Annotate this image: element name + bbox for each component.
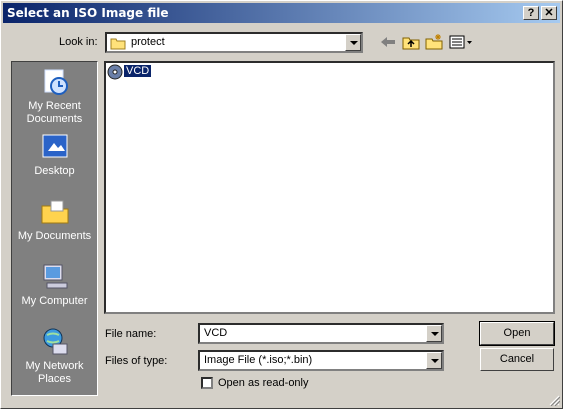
- folder-icon: [110, 38, 126, 50]
- disc-icon: [107, 64, 123, 80]
- file-name-dropdown-arrow[interactable]: [426, 325, 442, 342]
- up-folder-icon[interactable]: [401, 33, 421, 51]
- files-of-type-label: Files of type:: [105, 355, 168, 367]
- back-arrow-icon[interactable]: [378, 33, 398, 51]
- my-computer-icon: [43, 264, 67, 289]
- place-my-documents[interactable]: My Documents: [12, 196, 97, 243]
- files-of-type-combo[interactable]: Image File (*.iso;*.bin): [198, 350, 444, 371]
- place-my-computer[interactable]: My Computer: [12, 261, 97, 308]
- place-label: My Documents: [17, 230, 92, 242]
- view-menu-icon[interactable]: [448, 33, 474, 51]
- place-label: Documents: [26, 113, 83, 125]
- file-list[interactable]: VCD: [104, 61, 555, 314]
- open-button[interactable]: Open: [479, 321, 555, 346]
- read-only-checkbox[interactable]: [201, 377, 213, 389]
- cancel-button[interactable]: Cancel: [480, 348, 554, 371]
- file-open-dialog: Select an ISO Image file ? ✕ Look in: pr…: [0, 0, 563, 409]
- window-title: Select an ISO Image file: [7, 6, 169, 20]
- new-folder-icon[interactable]: [424, 33, 444, 51]
- place-label: My Computer: [21, 295, 88, 307]
- file-name-label: File name:: [105, 328, 157, 340]
- file-name-label: VCD: [124, 65, 152, 77]
- look-in-label: Look in:: [59, 36, 98, 48]
- look-in-combo[interactable]: protect: [105, 32, 363, 53]
- place-label: Desktop: [34, 165, 75, 177]
- look-in-dropdown-arrow[interactable]: [345, 34, 361, 51]
- recent-documents-icon: [44, 69, 68, 95]
- files-of-type-dropdown-arrow[interactable]: [426, 352, 442, 369]
- close-button[interactable]: ✕: [541, 6, 557, 20]
- help-button[interactable]: ?: [523, 6, 539, 20]
- my-documents-icon: [41, 200, 68, 224]
- title-bar[interactable]: Select an ISO Image file ? ✕: [3, 3, 560, 23]
- place-my-recent-documents[interactable]: My Recent Documents: [12, 66, 97, 126]
- place-my-network-places[interactable]: My Network Places: [12, 326, 97, 386]
- place-label: My Recent: [28, 100, 81, 112]
- files-of-type-value: Image File (*.iso;*.bin): [204, 354, 313, 366]
- network-places-icon: [43, 328, 67, 355]
- look-in-value: protect: [131, 36, 165, 48]
- resize-grip-icon[interactable]: [548, 394, 560, 406]
- place-desktop[interactable]: Desktop: [12, 131, 97, 178]
- desktop-icon: [42, 134, 67, 158]
- places-bar: My Recent Documents Desktop My Documents: [11, 61, 98, 396]
- file-name-value: VCD: [204, 327, 228, 339]
- place-label: Places: [37, 373, 72, 385]
- file-name-combo[interactable]: VCD: [198, 323, 444, 344]
- place-label: My Network: [25, 360, 84, 372]
- read-only-label: Open as read-only: [218, 377, 309, 389]
